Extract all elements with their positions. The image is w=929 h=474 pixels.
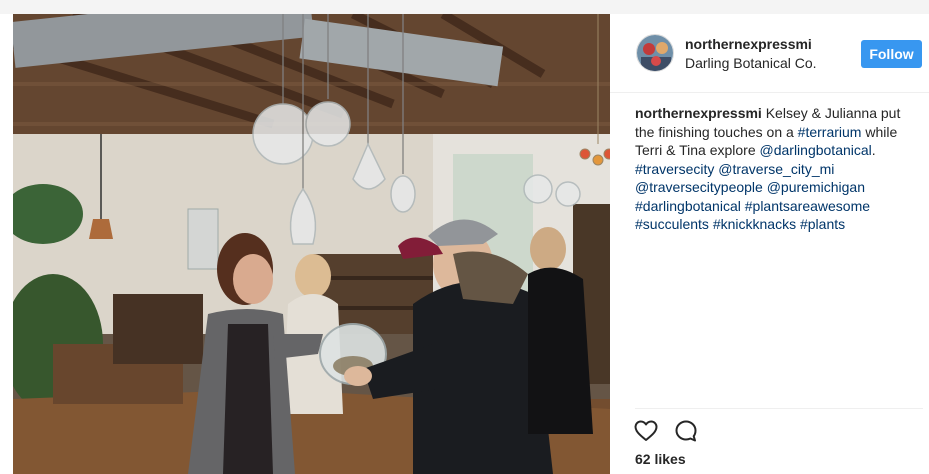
- username-link[interactable]: northernexpressmi: [685, 36, 812, 52]
- follow-button[interactable]: Follow: [861, 40, 922, 68]
- caption-username[interactable]: northernexpressmi: [635, 105, 762, 121]
- hashtag-link[interactable]: #darlingbotanical: [635, 198, 741, 214]
- mention-link[interactable]: @darlingbotanical: [760, 142, 872, 158]
- hashtag-link[interactable]: #plants: [800, 216, 845, 232]
- caption-text: Kelsey & Julianna put the finishing touc…: [635, 105, 900, 232]
- comment-icon[interactable]: [674, 419, 700, 445]
- divider: [635, 408, 923, 409]
- mention-link[interactable]: @traversecitypeople: [635, 179, 763, 195]
- post-photo[interactable]: [13, 14, 610, 474]
- likes-count[interactable]: 62 likes: [635, 451, 686, 467]
- hashtag-link[interactable]: #traversecity: [635, 161, 714, 177]
- caption-segment: .: [871, 142, 876, 158]
- avatar[interactable]: [636, 34, 674, 72]
- location-link[interactable]: Darling Botanical Co.: [685, 55, 817, 71]
- post-caption: northernexpressmi Kelsey & Julianna put …: [635, 104, 920, 234]
- instagram-post: northernexpressmi Darling Botanical Co. …: [0, 0, 929, 474]
- post-sidebar: northernexpressmi Darling Botanical Co. …: [610, 14, 929, 474]
- hashtag-link[interactable]: #succulents: [635, 216, 709, 232]
- top-strip: [0, 0, 929, 14]
- mention-link[interactable]: @puremichigan: [767, 179, 865, 195]
- hashtag-link[interactable]: #plantsareawesome: [745, 198, 870, 214]
- mention-link[interactable]: @traverse_city_mi: [718, 161, 834, 177]
- post-header: northernexpressmi Darling Botanical Co. …: [610, 14, 929, 93]
- hashtag-link[interactable]: #terrarium: [798, 124, 862, 140]
- hashtag-link[interactable]: #knickknacks: [713, 216, 796, 232]
- heart-icon[interactable]: [634, 419, 660, 445]
